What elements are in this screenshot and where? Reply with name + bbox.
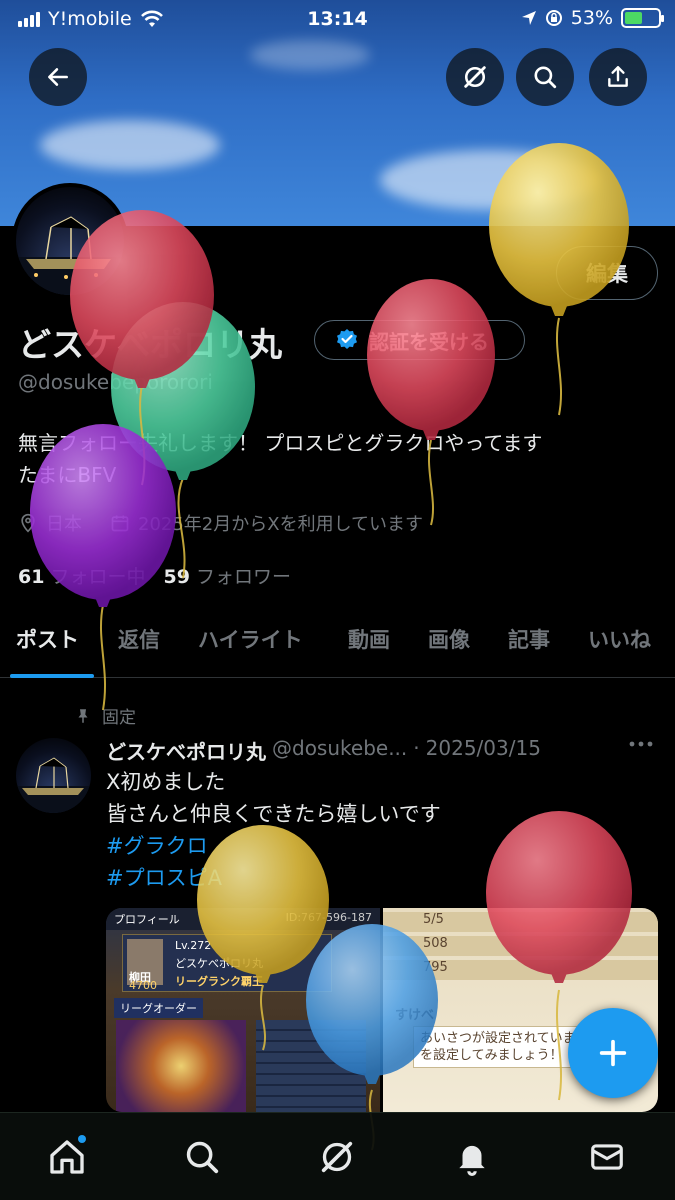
search-icon <box>534 66 557 89</box>
messages-icon <box>591 1144 623 1170</box>
game-rank: リーグランク覇王 <box>175 975 263 988</box>
status-right: 53% <box>521 7 664 29</box>
media-image-left[interactable]: プロフィール ID:767-596-187 Lv.272 どスケべポロリ丸 柳田… <box>106 908 380 1112</box>
tab-photos[interactable]: 画像 <box>428 624 470 654</box>
nav-notifications[interactable] <box>450 1135 494 1179</box>
game-stat-row: 5/5 <box>383 912 658 932</box>
pin-icon <box>78 708 88 723</box>
share-button[interactable] <box>589 48 647 106</box>
hashtag-link[interactable]: #プロスピA <box>106 862 441 894</box>
game-greeting-title: すけべ <box>395 1008 435 1023</box>
game-order-list <box>256 1020 366 1112</box>
rotation-lock-icon <box>545 10 562 26</box>
followers-label: フォロワー <box>196 566 292 588</box>
battery-percent: 53% <box>570 7 613 29</box>
game-player-name: どスケべポロリ丸 <box>175 957 263 970</box>
game-profile-id: ID:767-596-187 <box>285 911 372 924</box>
notifications-icon <box>459 1145 485 1176</box>
game-stat-1: 5/5 <box>423 912 444 927</box>
post-separator: · <box>413 736 420 760</box>
tab-posts[interactable]: ポスト <box>16 624 79 654</box>
nav-messages[interactable] <box>585 1135 629 1179</box>
avatar-ship-image <box>16 216 124 295</box>
following-count: 61 <box>18 566 45 588</box>
game-level: Lv.272 <box>175 939 212 952</box>
more-icon <box>629 741 653 747</box>
post-avatar-ship-image <box>16 757 91 813</box>
tab-replies[interactable]: 返信 <box>118 624 160 654</box>
game-profile-header: プロフィール ID:767-596-187 <box>106 908 380 930</box>
plus-icon <box>599 1039 627 1067</box>
profile-display-name: どスケべポロリ丸 <box>18 325 282 364</box>
location-pin-icon <box>21 513 35 533</box>
post-media[interactable]: プロフィール ID:767-596-187 Lv.272 どスケべポロリ丸 柳田… <box>106 908 658 1112</box>
game-score: 4700 <box>129 979 157 992</box>
hashtag-link[interactable]: #グラクロ <box>106 830 441 862</box>
post-text: X初めました 皆さんと仲良くできたら嬉しいです #グラクロ #プロスピA <box>106 766 441 894</box>
battery-icon <box>621 8 664 28</box>
bio-line-1: 無言フォロー失礼します！ プロスピとグラクロやってます <box>18 431 543 455</box>
post-author-avatar[interactable] <box>16 738 91 813</box>
edit-profile-button[interactable]: 編集 <box>556 246 658 300</box>
nav-search[interactable] <box>180 1135 224 1179</box>
home-icon <box>50 1140 84 1174</box>
profile-avatar[interactable] <box>12 183 128 299</box>
game-stat-row: 795 <box>383 960 658 980</box>
profile-handle: @dosukebepororori <box>18 370 213 394</box>
game-player-art <box>116 1020 246 1112</box>
post-date[interactable]: 2025/03/15 <box>426 736 541 765</box>
location-icon <box>521 11 536 25</box>
tab-articles[interactable]: 記事 <box>508 624 550 654</box>
post-header: どスケべポロリ丸 @dosukebe... · 2025/03/15 <box>106 736 541 765</box>
share-icon <box>608 66 628 87</box>
bio-line-2: たまにBFV <box>18 463 117 487</box>
status-bar: Y!mobile 13:14 53% <box>0 0 675 40</box>
game-stat-3: 795 <box>423 960 448 975</box>
nav-grok[interactable] <box>315 1135 359 1179</box>
grok-icon <box>321 1141 353 1173</box>
tab-videos[interactable]: 動画 <box>348 624 390 654</box>
followers-count: 59 <box>163 566 190 588</box>
battery-fill <box>625 12 642 24</box>
pinned-indicator: 固定 <box>74 703 136 728</box>
active-tab-indicator <box>10 674 94 678</box>
game-stat-2: 508 <box>423 936 448 951</box>
post-author-name[interactable]: どスケべポロリ丸 <box>106 736 266 765</box>
back-button[interactable] <box>29 48 87 106</box>
post-more-button[interactable] <box>628 734 654 760</box>
profile-tabs: ポスト 返信 ハイライト 動画 画像 記事 いいね <box>0 612 675 678</box>
verified-badge-icon <box>337 329 357 349</box>
tab-highlights[interactable]: ハイライト <box>198 624 303 654</box>
calendar-icon <box>111 515 129 532</box>
post-author-handle[interactable]: @dosukebe... <box>272 736 407 765</box>
game-stat-row: 508 <box>383 936 658 956</box>
arrow-left-icon <box>48 68 68 86</box>
game-profile-title: プロフィール <box>114 913 180 926</box>
profile-meta: 日本 2025年2月からXを利用しています <box>18 510 423 536</box>
profile-joined-date: 2025年2月からXを利用しています <box>138 514 424 535</box>
post-text-line-2: 皆さんと仲良くできたら嬉しいです <box>106 802 441 826</box>
game-order-title: リーグオーダー <box>114 998 203 1018</box>
search-icon <box>186 1141 219 1174</box>
get-verified-label: 認証を受ける <box>369 329 489 354</box>
get-verified-button[interactable]: 認証を受ける <box>314 320 525 360</box>
profile-location: 日本 <box>46 514 82 535</box>
search-button[interactable] <box>516 48 574 106</box>
game-player-card: Lv.272 どスケべポロリ丸 柳田 4700 リーグランク覇王 <box>122 934 332 992</box>
post-text-line-1: X初めました <box>106 770 226 794</box>
following-label: フォロー中 <box>50 566 146 588</box>
followers-link[interactable]: 59 フォロワー <box>164 562 292 589</box>
bottom-navigation <box>0 1112 675 1200</box>
follow-stats: 61 フォロー中 59 フォロワー <box>18 562 291 589</box>
pinned-label: 固定 <box>102 708 136 728</box>
compose-post-button[interactable] <box>568 1008 658 1098</box>
grok-icon <box>464 66 486 88</box>
grok-button[interactable] <box>446 48 504 106</box>
home-notification-dot <box>78 1135 86 1143</box>
tab-likes[interactable]: いいね <box>588 624 651 654</box>
profile-bio: 無言フォロー失礼します！ プロスピとグラクロやってます たまにBFV <box>18 427 658 491</box>
following-link[interactable]: 61 フォロー中 <box>18 562 146 589</box>
